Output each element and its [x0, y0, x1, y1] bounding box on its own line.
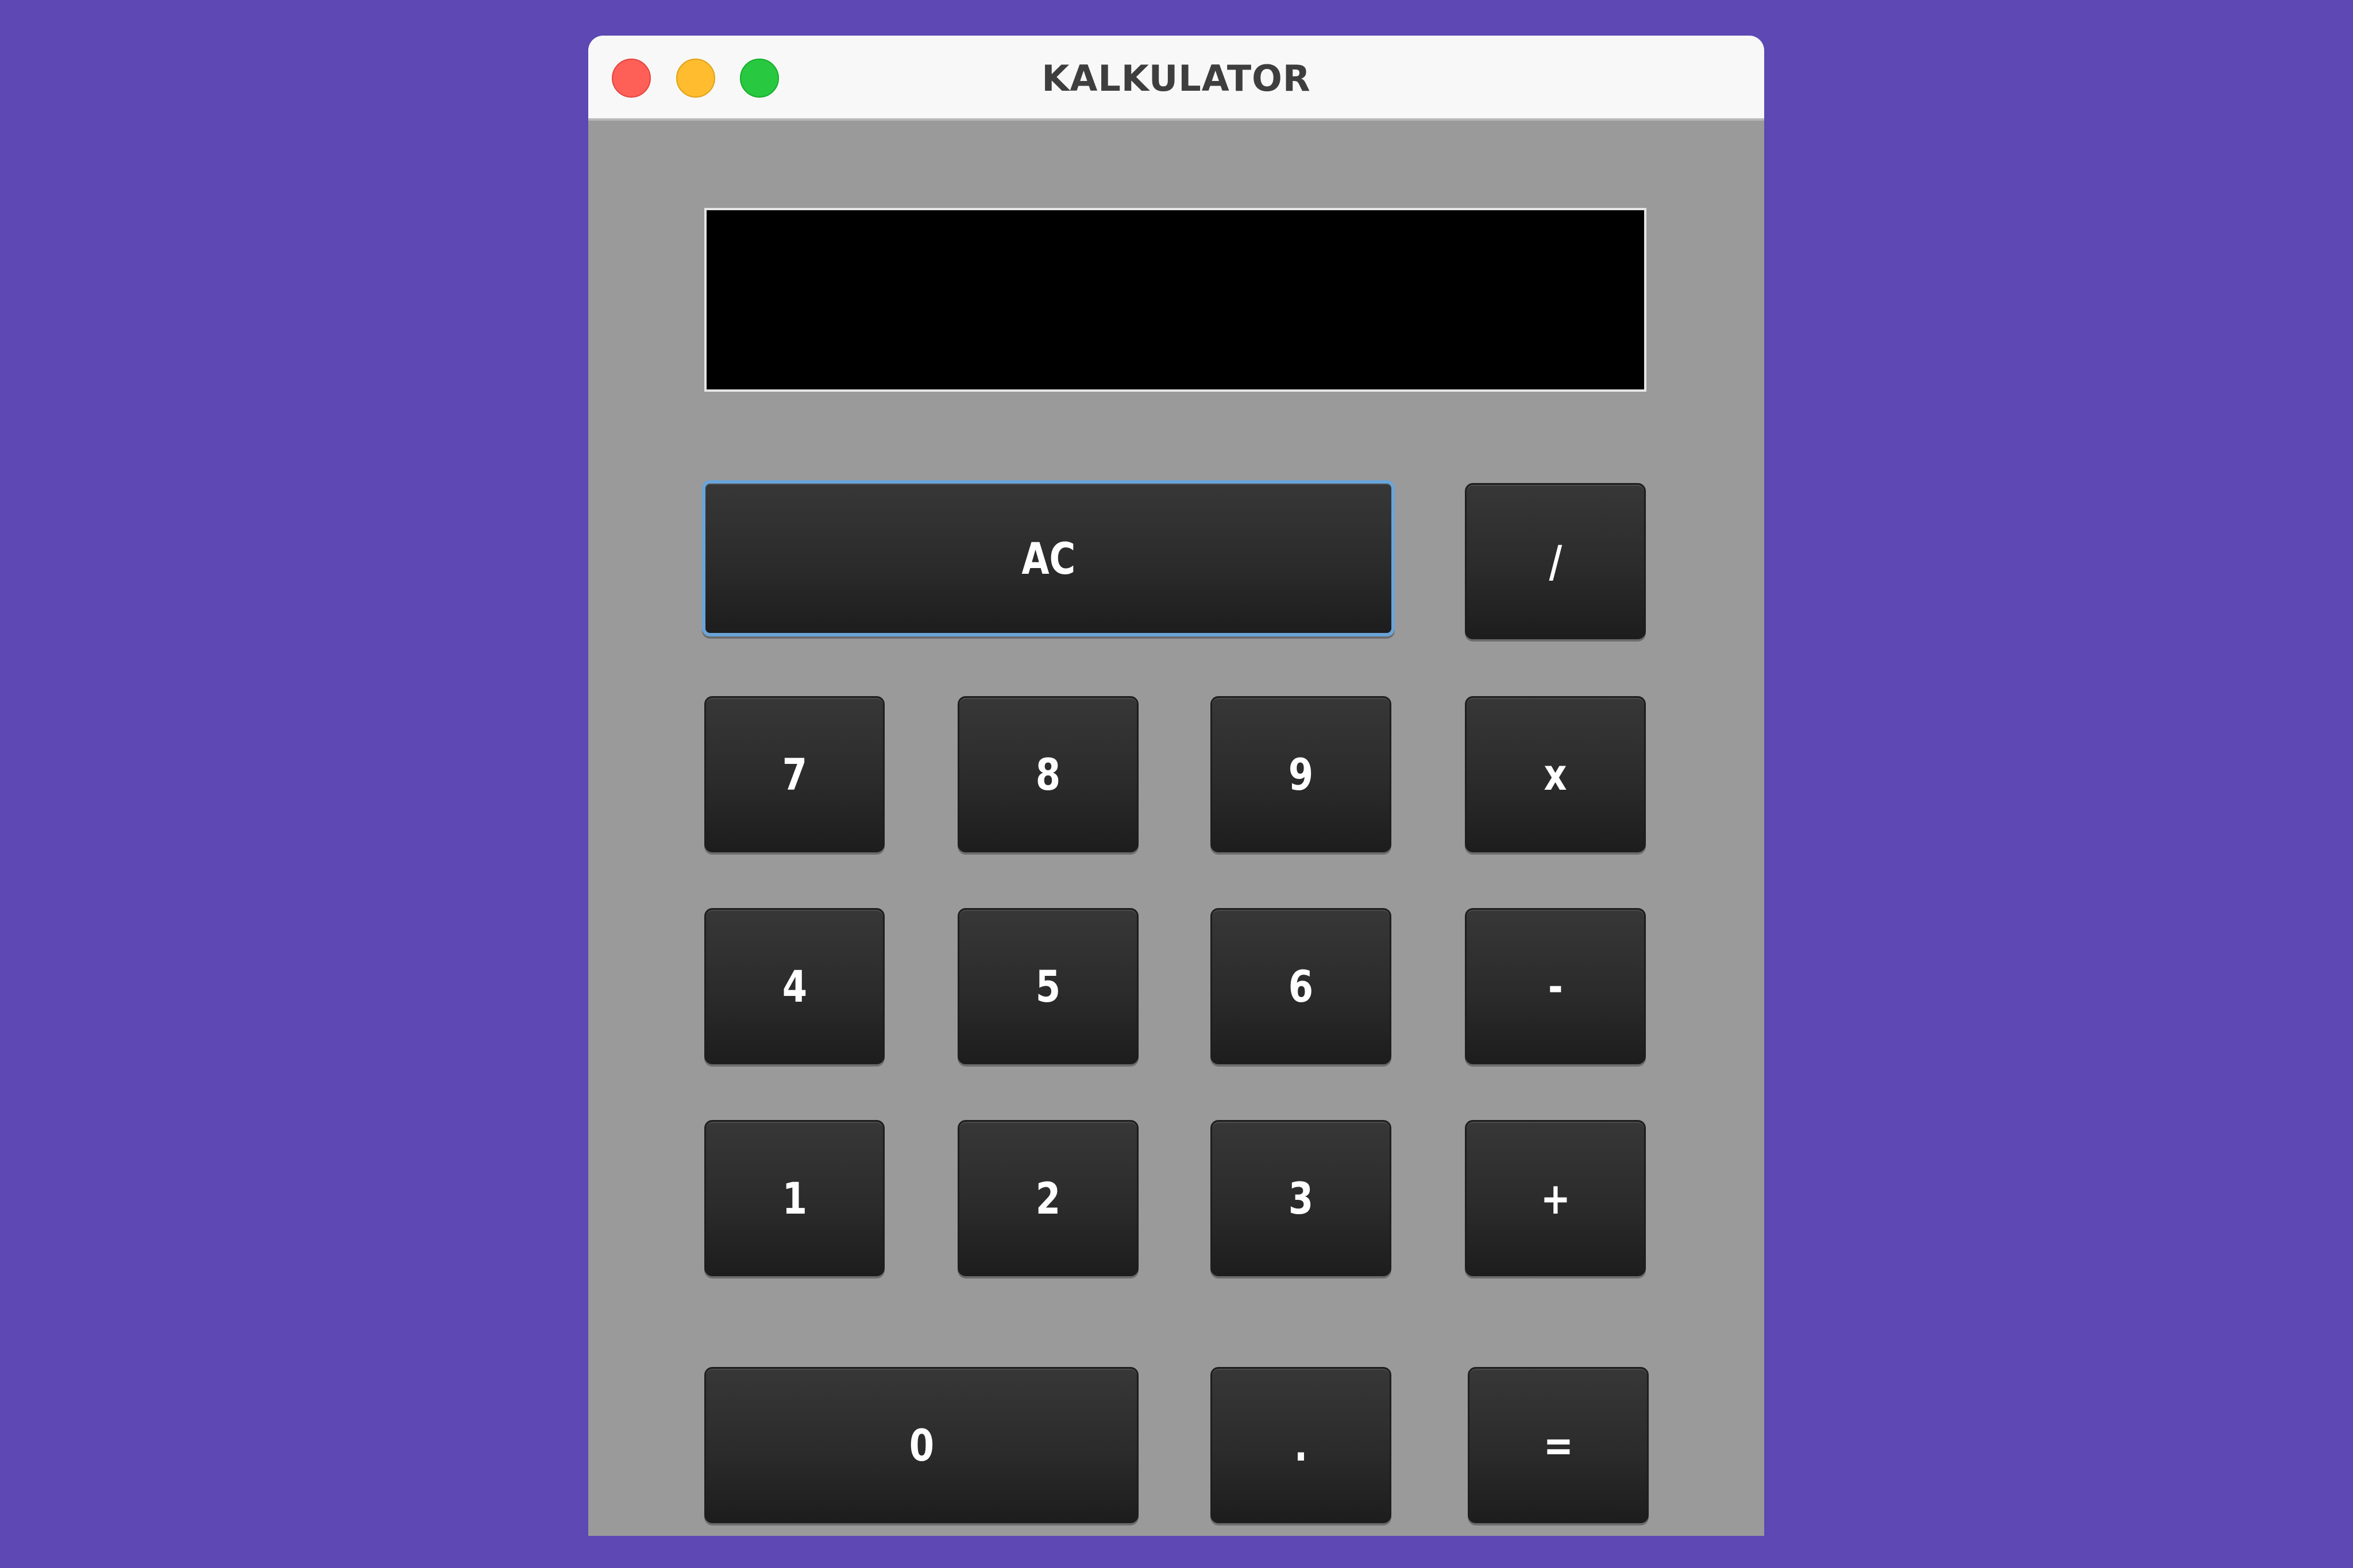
digit-3-label: 3 [1288, 1172, 1314, 1224]
title-bar[interactable]: KALKULATOR [588, 36, 1764, 121]
calculator-display [704, 208, 1646, 392]
all-clear-label: AC [1021, 532, 1075, 584]
digit-9-label: 9 [1288, 748, 1314, 800]
add-button[interactable]: + [1465, 1120, 1646, 1276]
subtract-label: - [1548, 960, 1563, 1012]
decimal-point-button[interactable]: . [1210, 1367, 1391, 1523]
digit-9-button[interactable]: 9 [1210, 696, 1391, 852]
digit-0-label: 0 [909, 1419, 934, 1471]
divide-label: / [1549, 535, 1562, 587]
digit-3-button[interactable]: 3 [1210, 1120, 1391, 1276]
digit-5-label: 5 [1035, 960, 1061, 1012]
digit-5-button[interactable]: 5 [958, 908, 1139, 1064]
divide-button[interactable]: / [1465, 483, 1646, 639]
digit-4-label: 4 [782, 960, 807, 1012]
digit-6-button[interactable]: 6 [1210, 908, 1391, 1064]
window-title: KALKULATOR [1042, 57, 1311, 99]
calculator-window: KALKULATOR AC / 7 8 9 x 4 5 6 - 1 2 3 + … [588, 36, 1764, 1536]
multiply-button[interactable]: x [1465, 696, 1646, 852]
digit-4-button[interactable]: 4 [704, 908, 885, 1064]
digit-6-label: 6 [1288, 960, 1314, 1012]
equals-button[interactable]: = [1468, 1367, 1649, 1523]
digit-7-button[interactable]: 7 [704, 696, 885, 852]
equals-label: = [1543, 1419, 1573, 1471]
subtract-button[interactable]: - [1465, 908, 1646, 1064]
digit-1-button[interactable]: 1 [704, 1120, 885, 1276]
digit-8-label: 8 [1035, 748, 1061, 800]
decimal-point-label: . [1294, 1419, 1308, 1471]
digit-1-label: 1 [782, 1172, 807, 1224]
add-label: + [1540, 1172, 1571, 1224]
digit-8-button[interactable]: 8 [958, 696, 1139, 852]
digit-2-label: 2 [1035, 1172, 1061, 1224]
digit-7-label: 7 [782, 748, 807, 800]
digit-0-button[interactable]: 0 [704, 1367, 1139, 1523]
all-clear-button[interactable]: AC [702, 480, 1395, 636]
multiply-label: x [1544, 748, 1567, 800]
digit-2-button[interactable]: 2 [958, 1120, 1139, 1276]
